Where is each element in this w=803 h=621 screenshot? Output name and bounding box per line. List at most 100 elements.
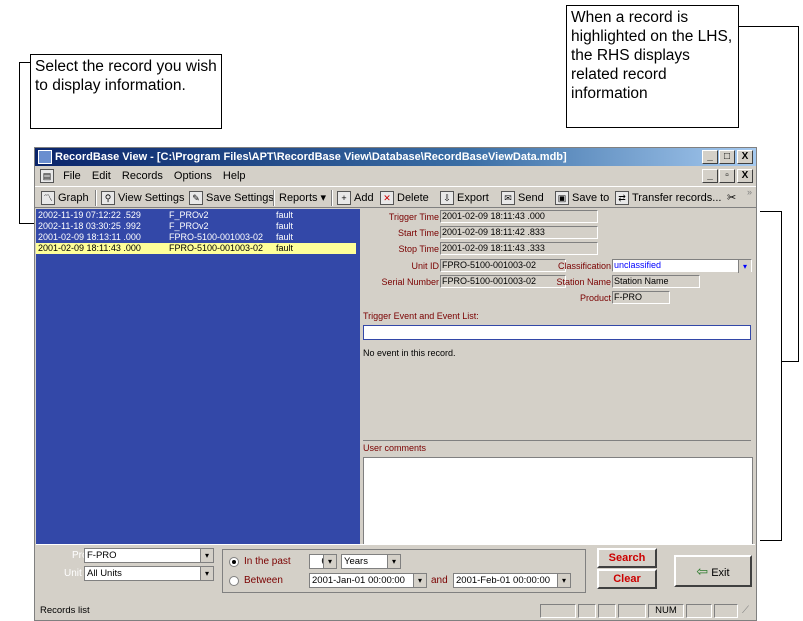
bracket-mid <box>781 361 799 362</box>
between-label: Between <box>244 575 283 586</box>
save-icon: ▣ <box>555 191 569 205</box>
delete-icon: ✕ <box>380 191 394 205</box>
app-icon <box>38 150 52 164</box>
save-settings-button[interactable]: ✎ Save Settings <box>189 187 274 209</box>
stop-time-label: Stop Time <box>398 244 439 254</box>
bracket-v <box>781 211 782 541</box>
product-filter-select[interactable]: F-PRO ▾ <box>84 548 214 563</box>
reports-dropdown[interactable]: Reports ▾ <box>279 187 326 209</box>
add-icon: + <box>337 191 351 205</box>
resize-grip-icon[interactable]: ⟋ <box>742 603 749 619</box>
toolbar-overflow[interactable]: » <box>747 181 752 203</box>
add-button[interactable]: + Add <box>337 187 374 209</box>
bracket-top <box>760 211 782 212</box>
user-comments-textarea[interactable] <box>363 457 753 545</box>
and-label: and <box>431 575 448 586</box>
callout-left: Select the record you wish to display in… <box>30 54 222 129</box>
clear-button[interactable]: Clear <box>597 569 657 589</box>
status-pane <box>578 604 596 618</box>
toolbar: 〽 Graph ⚲ View Settings ✎ Save Settings Rep… <box>35 186 756 208</box>
start-time-label: Start Time <box>397 228 439 238</box>
dropdown-arrow-icon: ▾ <box>557 574 570 587</box>
exit-button[interactable]: ⇦ Exit <box>674 555 752 587</box>
past-value-stepper[interactable]: 6▾ <box>309 554 337 569</box>
status-pane <box>598 604 616 618</box>
send-button[interactable]: ✉ Send <box>501 187 544 209</box>
save-to-button[interactable]: ▣ Save to <box>555 187 609 209</box>
status-pane <box>686 604 712 618</box>
past-unit-select[interactable]: Years ▾ <box>341 554 401 569</box>
doc-minimize-button[interactable]: _ <box>702 169 718 183</box>
event-list-header <box>363 325 751 340</box>
maximize-button[interactable]: □ <box>719 150 735 164</box>
leader-right-v <box>798 26 799 361</box>
graph-button[interactable]: 〽 Graph <box>41 187 89 209</box>
doc-icon: ▤ <box>40 169 54 184</box>
no-event-text: No event in this record. <box>363 348 456 358</box>
date-to-picker[interactable]: 2001-Feb-01 00:00:00 ▾ <box>453 573 571 588</box>
trigger-time-label: Trigger Time <box>388 212 439 222</box>
menu-records[interactable]: Records <box>122 170 163 182</box>
graph-icon: 〽 <box>41 191 55 205</box>
send-icon: ✉ <box>501 191 515 205</box>
station-name-label: Station Name <box>556 277 611 287</box>
in-the-past-radio[interactable] <box>229 557 239 567</box>
between-radio[interactable] <box>229 576 239 586</box>
classification-select[interactable]: unclassified ▾ <box>612 259 752 273</box>
table-row-selected[interactable]: 2001-02-09 18:11:43 .000 FPRO-5100-001003… <box>36 243 356 254</box>
event-list-divider <box>363 440 751 441</box>
toolbar-separator <box>273 190 275 206</box>
menu-bar: ▤ File Edit Records Options Help _ ▫ X <box>35 167 756 185</box>
leader-left-h <box>19 62 31 63</box>
dropdown-arrow-icon: ▾ <box>387 555 400 568</box>
close-button[interactable]: X <box>737 150 753 164</box>
records-list[interactable]: 2002-11-19 07:12:22 .529 F_PROv2 fault 200… <box>36 209 360 544</box>
minimize-button[interactable]: _ <box>702 150 718 164</box>
callout-right: When a record is highlighted on the LHS,… <box>566 5 739 128</box>
scissors-icon: ✂ <box>727 192 737 204</box>
toolbar-separator <box>95 190 97 206</box>
export-icon: ⇩ <box>440 191 454 205</box>
dropdown-arrow-icon: ▾ <box>738 260 751 273</box>
doc-restore-button[interactable]: ▫ <box>719 169 735 183</box>
status-pane <box>618 604 646 618</box>
view-settings-button[interactable]: ⚲ View Settings <box>101 187 184 209</box>
serial-number-label: Serial Number <box>381 277 439 287</box>
cut-button[interactable]: ✂ <box>727 187 736 209</box>
bracket-bottom <box>760 540 782 541</box>
station-name-value: Station Name <box>612 275 700 288</box>
event-list-label: Trigger Event and Event List: <box>363 311 479 321</box>
transfer-records-button[interactable]: ⇄ Transfer records... <box>615 187 721 209</box>
menu-help[interactable]: Help <box>223 170 246 182</box>
unit-filter-select[interactable]: All Units ▾ <box>84 566 214 581</box>
num-lock-indicator: NUM <box>648 604 684 618</box>
menu-file[interactable]: File <box>63 170 81 182</box>
leader-right-top <box>739 26 799 27</box>
dropdown-arrow-icon: ▾ <box>323 555 336 568</box>
dropdown-arrow-icon: ▾ <box>200 549 213 562</box>
start-time-value: 2001-02-09 18:11:42 .833 <box>440 226 598 239</box>
status-pane <box>714 604 738 618</box>
filter-bar: Product: F-PRO▾ Unit ID: All Units▾ In t… <box>36 544 755 598</box>
serial-number-value: FPRO-5100-001003-02 <box>440 275 566 288</box>
status-bar: Records list NUM ⟋ <box>36 603 755 619</box>
date-from-picker[interactable]: 2001-Jan-01 00:00:00 ▾ <box>309 573 427 588</box>
product-value: F-PRO <box>612 291 670 304</box>
title-bar: RecordBase View - [C:\Program Files\APT\… <box>35 148 756 166</box>
export-button[interactable]: ⇩ Export <box>440 187 489 209</box>
status-text: Records list <box>40 605 90 616</box>
delete-button[interactable]: ✕ Delete <box>380 187 429 209</box>
dropdown-arrow-icon: ▾ <box>413 574 426 587</box>
toolbar-separator <box>331 190 333 206</box>
unit-id-label: Unit ID <box>411 261 439 271</box>
leader-left-v <box>19 62 20 224</box>
app-window: RecordBase View - [C:\Program Files\APT\… <box>34 147 757 621</box>
unit-id-value: FPRO-5100-001003-02 <box>440 259 566 272</box>
menu-edit[interactable]: Edit <box>92 170 111 182</box>
user-comments-label: User comments <box>363 443 427 453</box>
menu-options[interactable]: Options <box>174 170 212 182</box>
search-button[interactable]: Search <box>597 548 657 568</box>
transfer-icon: ⇄ <box>615 191 629 205</box>
window-title: RecordBase View - [C:\Program Files\APT\… <box>55 151 567 163</box>
status-pane <box>540 604 576 618</box>
